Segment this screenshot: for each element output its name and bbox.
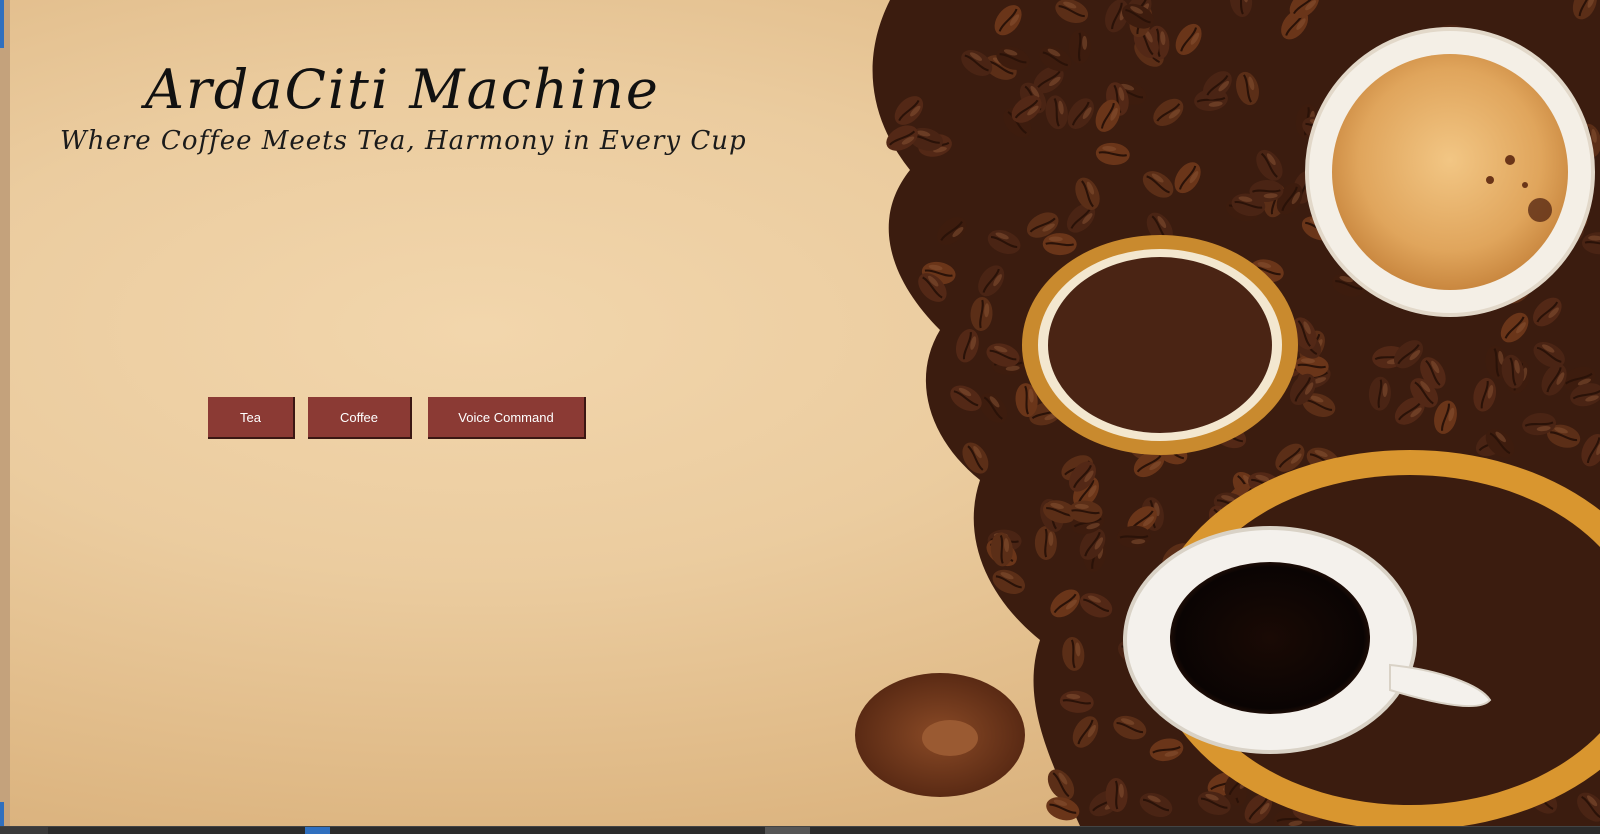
- coffee-button[interactable]: Coffee: [308, 397, 412, 439]
- window-edge-accent: [0, 0, 4, 48]
- window-edge-accent-bottom: [0, 802, 4, 826]
- window-left-edge: [0, 0, 10, 826]
- app-subtitle: Where Coffee Meets Tea, Harmony in Every…: [60, 126, 747, 156]
- tea-button[interactable]: Tea: [208, 397, 295, 439]
- app-title: ArdaCiti Machine: [145, 58, 660, 121]
- app-window: ArdaCiti Machine Where Coffee Meets Tea,…: [0, 0, 1600, 826]
- voice-command-button[interactable]: Voice Command: [428, 397, 586, 439]
- coffee-beans-image: [855, 0, 1600, 826]
